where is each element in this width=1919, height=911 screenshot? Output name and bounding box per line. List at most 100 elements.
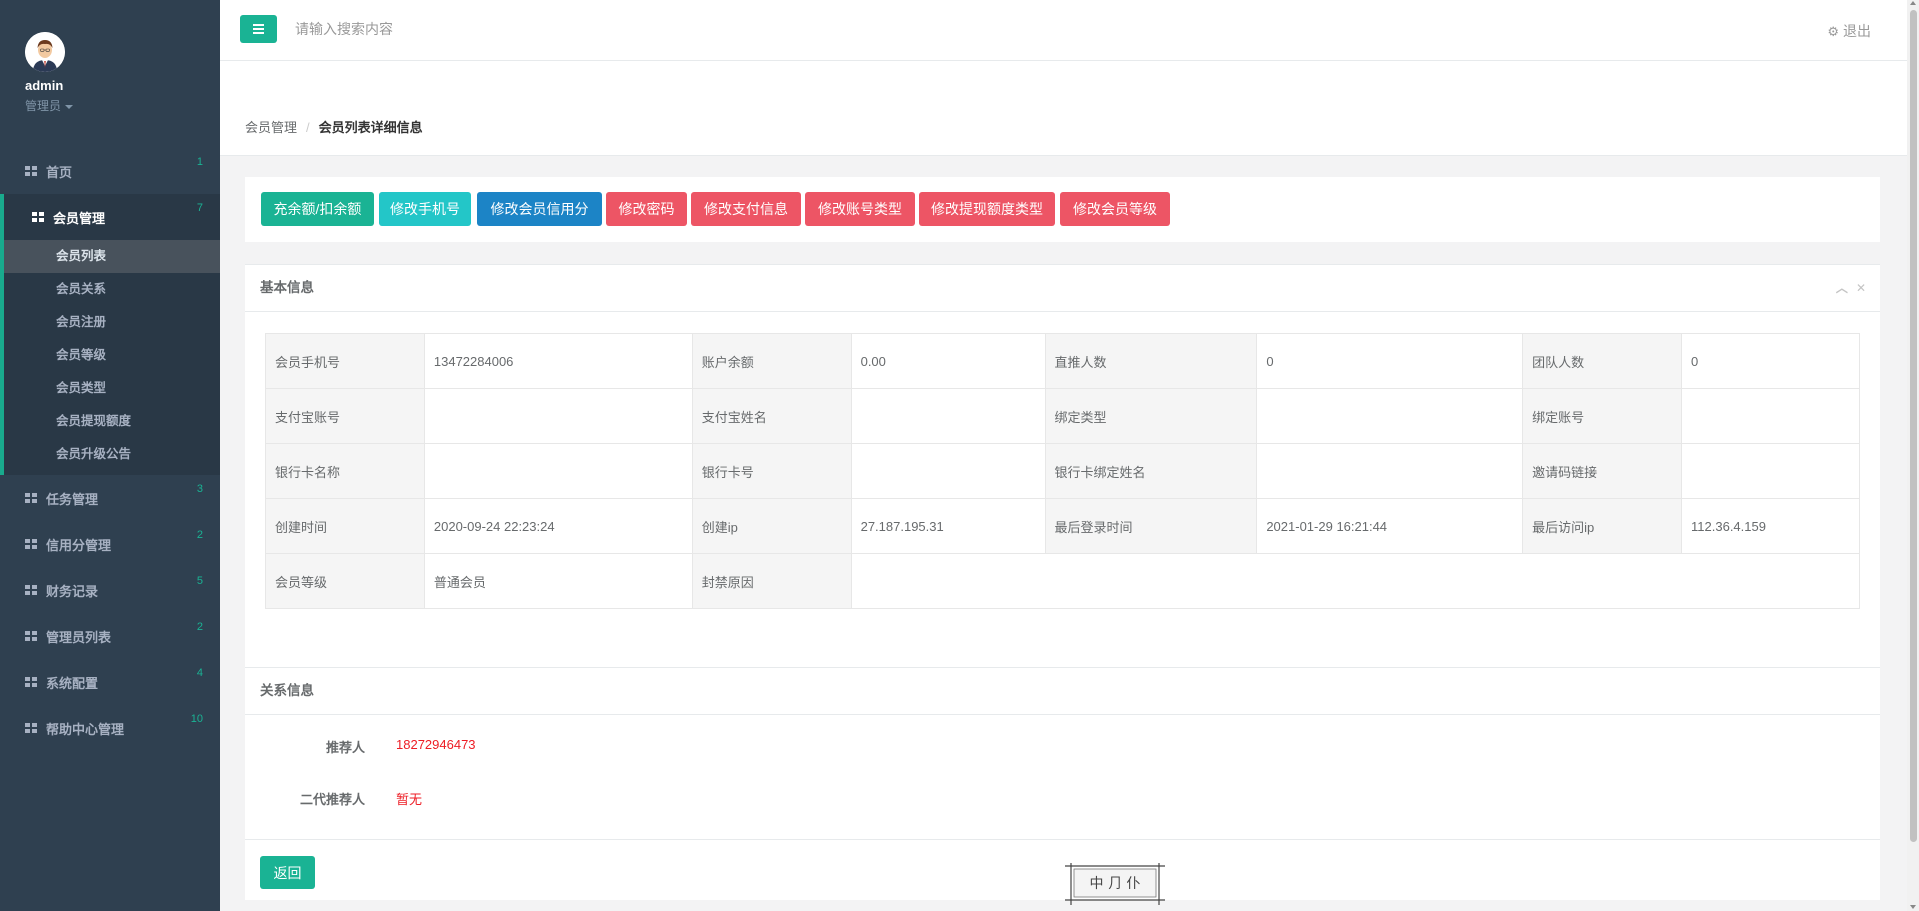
- field-label: 直推人数: [1044, 333, 1258, 389]
- nav-badge: 10: [190, 713, 203, 725]
- field-label: 绑定账号: [1522, 388, 1683, 444]
- sidebar-item-label: 帮助中心管理: [46, 721, 125, 737]
- field-value: [1256, 443, 1524, 499]
- action-toolbar: 充余额/扣余额 修改手机号 修改会员信用分 修改密码 修改支付信息 修改账号类型…: [245, 177, 1880, 242]
- breadcrumb: 会员管理 / 会员列表详细信息: [245, 117, 423, 136]
- field-value: [1256, 388, 1524, 444]
- breadcrumb-parent[interactable]: 会员管理: [245, 120, 297, 135]
- subnav-item-member-list[interactable]: 会员列表: [4, 240, 220, 273]
- edit-password-button[interactable]: 修改密码: [606, 192, 687, 226]
- profile: admin 管理员: [0, 0, 220, 130]
- logout-link[interactable]: ⚙ 退出: [1827, 21, 1871, 41]
- scroll-thumb[interactable]: [1910, 10, 1917, 842]
- edit-payment-info-button[interactable]: 修改支付信息: [691, 192, 801, 226]
- edit-phone-button[interactable]: 修改手机号: [379, 192, 471, 226]
- field-value: [423, 443, 693, 499]
- sidebar-subnav: 会员列表 会员关系 会员注册 会员等级 会员类型 会员提现额度 会员升级公告: [0, 240, 220, 475]
- gear-icon: ⚙: [1827, 24, 1839, 39]
- relation-info-title: 关系信息: [245, 667, 1880, 715]
- subnav-item-member-register[interactable]: 会员注册: [4, 306, 220, 339]
- table-row: 会员等级 普通会员 封禁原因: [265, 553, 1861, 609]
- grid-icon: [25, 585, 37, 595]
- nav-badge: 4: [196, 667, 203, 679]
- field-label: 创建时间: [265, 498, 425, 554]
- field-label: 最后登录时间: [1044, 498, 1258, 554]
- edit-credit-score-button[interactable]: 修改会员信用分: [477, 192, 602, 226]
- panel-footer-divider: [245, 839, 1880, 840]
- field-label: 账户余额: [691, 333, 852, 389]
- sidebar-nav: 首页 1 会员管理 7 会员列表 会员关系 会员注册 会员等级 会员类型 会员提…: [0, 148, 220, 751]
- grid-icon: [25, 631, 37, 641]
- subnav-item-upgrade-notice[interactable]: 会员升级公告: [4, 438, 220, 471]
- field-value: [850, 553, 1861, 609]
- field-value: 2020-09-24 22:23:24: [423, 498, 693, 554]
- search-input[interactable]: [295, 17, 595, 41]
- field-label: 创建ip: [691, 498, 852, 554]
- field-label: 封禁原因: [691, 553, 852, 609]
- field-value: 0.00: [850, 333, 1046, 389]
- sidebar-item-label: 系统配置: [46, 675, 99, 691]
- field-value: 13472284006: [423, 333, 693, 389]
- field-value: 112.36.4.159: [1681, 498, 1860, 554]
- grid-icon: [32, 212, 44, 222]
- field-value: [1681, 443, 1860, 499]
- sidebar-item-label: 会员管理: [53, 210, 106, 226]
- subnav-item-member-relation[interactable]: 会员关系: [4, 273, 220, 306]
- field-value: 0: [1256, 333, 1524, 389]
- profile-role-dropdown[interactable]: 管理员: [25, 97, 220, 114]
- panel-tools: ︿ ✕: [1828, 265, 1866, 311]
- nav-badge: 5: [196, 575, 203, 587]
- sidebar-item-label: 财务记录: [46, 583, 99, 599]
- second-referrer-value: 暂无: [396, 792, 423, 807]
- basic-info-heading: 基本信息: [260, 280, 314, 295]
- sidebar-item-system-config[interactable]: 系统配置 4: [0, 659, 220, 705]
- sidebar-item-finance-records[interactable]: 财务记录 5: [0, 567, 220, 613]
- adjust-balance-button[interactable]: 充余额/扣余额: [261, 192, 374, 226]
- field-label: 支付宝账号: [265, 388, 425, 444]
- basic-info-title: 基本信息 ︿ ✕: [245, 265, 1880, 312]
- menu-toggle-button[interactable]: [240, 15, 277, 43]
- edit-account-type-button[interactable]: 修改账号类型: [805, 192, 915, 226]
- subnav-item-member-type[interactable]: 会员类型: [4, 372, 220, 405]
- field-value: 27.187.195.31: [850, 498, 1046, 554]
- field-label: 银行卡号: [691, 443, 852, 499]
- sidebar-item-member-management[interactable]: 会员管理 7: [0, 194, 220, 240]
- nav-badge: 2: [196, 621, 203, 633]
- subnav-item-member-level[interactable]: 会员等级: [4, 339, 220, 372]
- sidebar-item-help-center[interactable]: 帮助中心管理 10: [0, 705, 220, 751]
- sidebar-item-label: 信用分管理: [46, 537, 112, 553]
- field-label: 银行卡绑定姓名: [1044, 443, 1258, 499]
- page-heading: 会员管理 / 会员列表详细信息: [220, 61, 1907, 156]
- edit-withdraw-limit-type-button[interactable]: 修改提现额度类型: [919, 192, 1055, 226]
- nav-badge: 3: [196, 483, 203, 495]
- sidebar-item-admin-list[interactable]: 管理员列表 2: [0, 613, 220, 659]
- svg-text:中 ⺆ 仆: 中 ⺆ 仆: [1090, 876, 1141, 892]
- table-row: 创建时间 2020-09-24 22:23:24 创建ip 27.187.195…: [265, 498, 1860, 554]
- stamp-logo: 中 ⺆ 仆: [1065, 863, 1165, 905]
- grid-icon: [25, 539, 37, 549]
- scroll-down-icon[interactable]: [1910, 905, 1916, 909]
- field-value: 普通会员: [423, 553, 693, 609]
- sidebar-item-home[interactable]: 首页 1: [0, 148, 220, 194]
- field-label: 支付宝姓名: [691, 388, 852, 444]
- sidebar-item-credit-management[interactable]: 信用分管理 2: [0, 521, 220, 567]
- avatar[interactable]: [25, 32, 65, 72]
- grid-icon: [25, 723, 37, 733]
- scroll-up-icon[interactable]: [1910, 1, 1916, 5]
- edit-member-level-button[interactable]: 修改会员等级: [1060, 192, 1170, 226]
- chevron-up-icon[interactable]: ︿: [1836, 281, 1848, 295]
- nav-badge: 2: [196, 529, 203, 541]
- page-scrollbar[interactable]: [1907, 0, 1919, 911]
- grid-icon: [25, 166, 37, 176]
- close-icon[interactable]: ✕: [1856, 281, 1866, 295]
- nav-badge: 7: [196, 202, 203, 214]
- table-row: 支付宝账号 支付宝姓名 绑定类型 绑定账号: [265, 388, 1860, 444]
- breadcrumb-separator: /: [306, 120, 310, 135]
- subnav-item-withdraw-limit[interactable]: 会员提现额度: [4, 405, 220, 438]
- back-button[interactable]: 返回: [260, 856, 315, 889]
- sidebar-item-task-management[interactable]: 任务管理 3: [0, 475, 220, 521]
- field-value: [1681, 388, 1860, 444]
- field-label: 邀请码链接: [1522, 443, 1683, 499]
- profile-name[interactable]: admin: [25, 78, 220, 93]
- caret-down-icon: [65, 104, 74, 109]
